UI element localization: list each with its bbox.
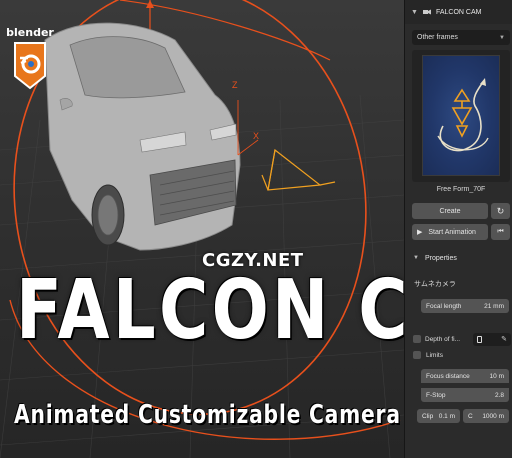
focus-distance-value: 10 m — [489, 372, 504, 380]
blender-logo-text: blender — [6, 26, 54, 39]
properties-section-header[interactable]: ▼ Properties — [405, 252, 512, 264]
limits-row: Limits — [413, 351, 443, 359]
camera-name: サムネカメラ — [414, 281, 456, 288]
create-button[interactable]: Create — [412, 203, 488, 219]
focal-length-field[interactable]: Focal length 21 mm — [421, 299, 509, 313]
collapse-chevron-icon[interactable]: ▼ — [411, 9, 418, 16]
camera-icon — [422, 9, 431, 15]
axis-x-label: X — [253, 131, 260, 141]
preset-name: Free Form_70F — [436, 186, 486, 193]
viewport-scene — [0, 0, 404, 458]
object-icon — [477, 335, 482, 343]
falcon-cam-panel: ▼ FALCON CAM Other frames ▼ Free Form_70… — [404, 0, 512, 458]
fstop-value: 2.8 — [494, 391, 504, 399]
preset-preview — [422, 55, 500, 176]
camera-path-preview-icon — [437, 78, 489, 152]
start-animation-label: Start Animation — [428, 228, 476, 236]
depth-of-field-label: Depth of fi... — [425, 335, 461, 343]
properties-label: Properties — [424, 254, 457, 262]
clip-start-label: Clip — [422, 412, 434, 420]
fstop-label: F-Stop — [426, 391, 446, 399]
limits-checkbox[interactable] — [413, 351, 421, 359]
panel-title: FALCON CAM — [435, 8, 482, 16]
frames-dropdown[interactable]: Other frames ▼ — [412, 30, 510, 45]
skip-back-icon: ⏮ — [497, 228, 504, 235]
start-animation-button[interactable]: ▶ Start Animation — [412, 224, 488, 240]
panel-header[interactable]: ▼ FALCON CAM — [405, 0, 512, 24]
clip-end-field[interactable]: C 1000 m — [463, 409, 509, 423]
blender-logo: blender — [6, 26, 54, 96]
focus-distance-field[interactable]: Focus distance 10 m — [421, 369, 509, 383]
3d-viewport[interactable]: Z X blender CGZY.NET FALCON CAM Animated… — [0, 0, 404, 458]
frames-dropdown-value: Other frames — [417, 34, 458, 41]
play-icon: ▶ — [417, 229, 423, 236]
eyedropper-icon[interactable]: ✎ — [501, 335, 507, 343]
clip-start-value: 0.1 m — [438, 412, 455, 420]
focal-length-value: 21 mm — [484, 302, 504, 310]
focal-length-label: Focal length — [426, 302, 462, 310]
camera-gizmo — [261, 148, 336, 191]
jump-to-start-button[interactable]: ⏮ — [491, 224, 510, 240]
limits-label: Limits — [426, 351, 443, 359]
fstop-field[interactable]: F-Stop 2.8 — [421, 388, 509, 402]
preset-thumbnail[interactable] — [412, 50, 510, 182]
create-button-label: Create — [439, 207, 461, 215]
refresh-button[interactable]: ↻ — [491, 203, 510, 219]
chevron-down-icon: ▼ — [499, 34, 505, 41]
properties-chevron-icon: ▼ — [413, 255, 419, 261]
clip-start-field[interactable]: Clip 0.1 m — [417, 409, 460, 423]
overlay-title: FALCON CAM — [16, 263, 404, 358]
clip-end-value: 1000 m — [482, 412, 504, 420]
overlay-subtitle: Animated Customizable Camera work — [14, 400, 404, 430]
car-model — [44, 22, 241, 251]
focus-object-field[interactable]: ✎ — [473, 332, 511, 346]
blender-logo-icon — [14, 42, 46, 90]
screen: Z X blender CGZY.NET FALCON CAM Animated… — [0, 0, 512, 458]
refresh-icon: ↻ — [496, 205, 505, 216]
focus-distance-label: Focus distance — [426, 372, 470, 380]
depth-of-field-checkbox[interactable] — [413, 335, 421, 343]
clip-end-label: C — [468, 412, 473, 420]
axis-z-label: Z — [232, 80, 238, 90]
depth-of-field-row: Depth of fi... ✎ — [413, 332, 511, 346]
